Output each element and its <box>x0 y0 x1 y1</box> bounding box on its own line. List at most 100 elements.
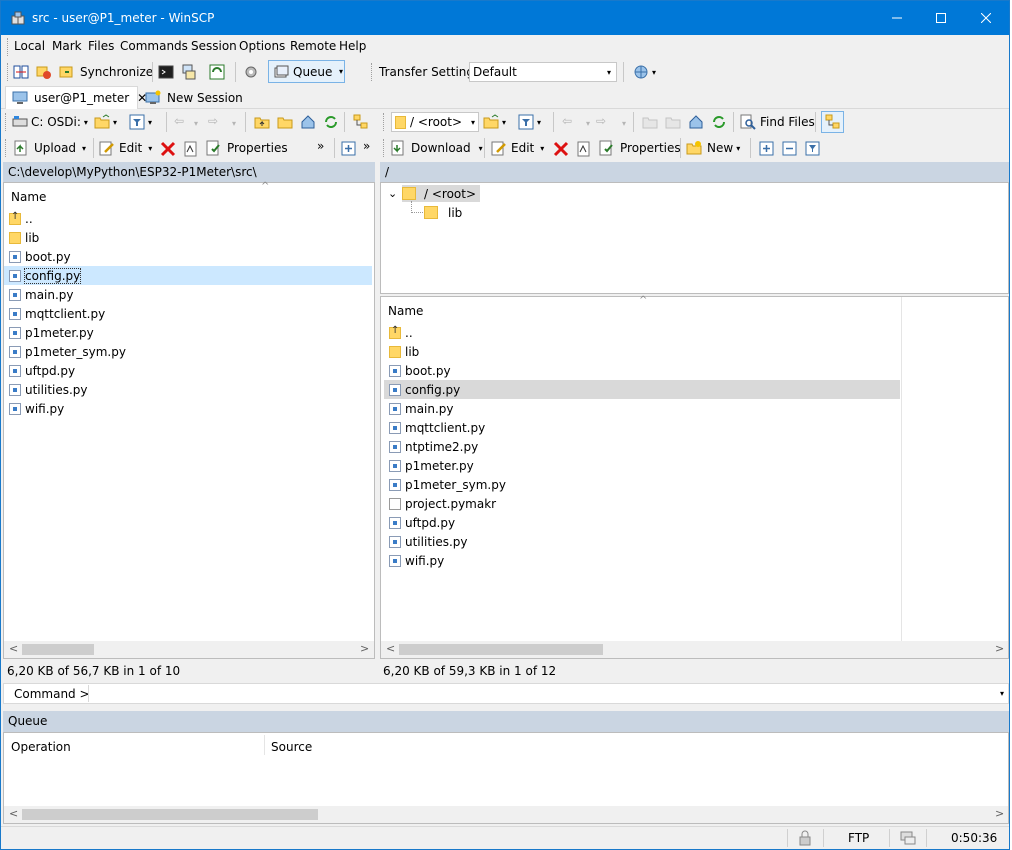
queue-hscroll-thumb[interactable] <box>22 809 318 820</box>
preferences-button[interactable] <box>243 61 259 83</box>
local-open-folder-button[interactable]: ▾ <box>94 111 117 133</box>
local-path-bar[interactable]: C:\develop\MyPython\ESP32-P1Meter\src\ <box>3 162 375 182</box>
tree-icon[interactable] <box>353 114 369 130</box>
menu-session[interactable]: Session <box>191 39 237 53</box>
list-item[interactable]: lib <box>384 342 900 361</box>
refresh-icon[interactable] <box>323 114 339 130</box>
local-name-column-header[interactable]: Name <box>11 190 46 204</box>
tab-session[interactable]: user@P1_meter ✕ <box>5 86 147 109</box>
list-item[interactable]: wifi.py <box>384 551 900 570</box>
forward-arrow-icon[interactable]: ⇨ <box>596 114 606 128</box>
local-edit-button[interactable]: Edit ▾ <box>99 137 152 159</box>
list-item[interactable]: utilities.py <box>4 380 374 399</box>
remote-hscroll-thumb[interactable] <box>399 644 603 655</box>
scroll-right-icon[interactable]: > <box>995 642 1004 655</box>
transfer-settings-select[interactable]: Default ▾ <box>469 62 617 82</box>
list-item[interactable]: wifi.py <box>4 399 374 418</box>
rename-icon[interactable] <box>576 141 592 157</box>
local-properties-button[interactable]: Properties <box>206 137 288 159</box>
menu-options[interactable]: Options <box>239 39 285 53</box>
delete-icon[interactable] <box>553 141 569 157</box>
tab-new-session[interactable]: New Session <box>141 87 243 109</box>
scroll-left-icon[interactable]: < <box>9 642 18 655</box>
chevron-down-icon[interactable]: ▾ <box>1000 689 1004 698</box>
synchronize-button[interactable]: Synchronize <box>59 61 153 83</box>
open-terminal-button[interactable] <box>158 61 174 83</box>
open-putty-button[interactable] <box>181 61 197 83</box>
queue-button[interactable]: Queue ▾ <box>268 60 345 83</box>
list-item[interactable]: .. <box>384 323 900 342</box>
refresh-icon[interactable] <box>711 114 727 130</box>
overflow-chevron-icon[interactable]: » <box>363 139 370 153</box>
remote-filter-button[interactable]: ▾ <box>518 111 541 133</box>
scroll-right-icon[interactable]: > <box>360 642 369 655</box>
root-dir-icon[interactable] <box>665 114 681 130</box>
minimize-button[interactable] <box>874 1 920 35</box>
remote-name-column-header[interactable]: Name <box>388 304 423 318</box>
list-item[interactable]: config.py <box>384 380 900 399</box>
list-item[interactable]: project.pymakr <box>384 494 900 513</box>
remote-hscrollbar[interactable]: < > <box>381 641 1008 658</box>
remote-path-bar[interactable]: / <box>380 162 1009 182</box>
scroll-left-icon[interactable]: < <box>9 807 18 820</box>
global-sync-button[interactable]: ▾ <box>633 61 656 83</box>
list-item[interactable]: uftpd.py <box>384 513 900 532</box>
title-bar[interactable]: src - user@P1_meter - WinSCP <box>1 1 1009 35</box>
tree-root-node[interactable]: / <root> <box>402 185 481 202</box>
list-item[interactable]: lib <box>4 228 374 247</box>
remote-open-folder-button[interactable]: ▾ <box>483 111 506 133</box>
list-item[interactable]: mqttclient.py <box>384 418 900 437</box>
list-item[interactable]: main.py <box>384 399 900 418</box>
list-item[interactable]: p1meter_sym.py <box>384 475 900 494</box>
forward-arrow-icon[interactable]: ⇨ <box>208 114 218 128</box>
download-button[interactable]: Download ▾ <box>390 137 483 159</box>
upload-button[interactable]: Upload ▾ <box>13 137 86 159</box>
list-item[interactable]: mqttclient.py <box>4 304 374 323</box>
queue-source-header[interactable]: Source <box>271 740 312 754</box>
menu-local[interactable]: Local <box>14 39 45 53</box>
menu-remote[interactable]: Remote <box>290 39 336 53</box>
overflow-chevron-icon[interactable]: » <box>317 139 324 153</box>
list-item[interactable]: p1meter.py <box>4 323 374 342</box>
list-item[interactable]: ntptime2.py <box>384 437 900 456</box>
queue-operation-header[interactable]: Operation <box>11 740 71 754</box>
remote-location-select[interactable]: / <root> ▾ <box>391 112 479 132</box>
list-item[interactable]: p1meter_sym.py <box>4 342 374 361</box>
maximize-button[interactable] <box>918 1 964 35</box>
menu-files[interactable]: Files <box>88 39 114 53</box>
local-hscroll-thumb[interactable] <box>22 644 94 655</box>
filter-select-icon[interactable] <box>805 141 821 157</box>
menu-commands[interactable]: Commands <box>120 39 188 53</box>
refresh-synchronize-button[interactable] <box>209 61 225 83</box>
list-item[interactable]: main.py <box>4 285 374 304</box>
remote-properties-button[interactable]: Properties <box>599 137 681 159</box>
root-dir-icon[interactable] <box>277 114 293 130</box>
local-hscrollbar[interactable]: < > <box>4 641 374 658</box>
select-all-plus-icon[interactable] <box>341 141 357 157</box>
back-arrow-icon[interactable]: ⇦ <box>174 114 184 128</box>
rename-icon[interactable] <box>183 141 199 157</box>
new-button[interactable]: New ▾ <box>686 137 740 159</box>
list-item[interactable]: boot.py <box>4 247 374 266</box>
home-icon[interactable] <box>688 114 704 130</box>
menu-mark[interactable]: Mark <box>52 39 82 53</box>
scroll-left-icon[interactable]: < <box>386 642 395 655</box>
scroll-right-icon[interactable]: > <box>995 807 1004 820</box>
list-item[interactable]: uftpd.py <box>4 361 374 380</box>
remote-edit-button[interactable]: Edit ▾ <box>491 137 544 159</box>
compare-dirs-button[interactable] <box>13 61 29 83</box>
find-files-button[interactable]: Find Files <box>740 111 815 133</box>
list-item[interactable]: boot.py <box>384 361 900 380</box>
tree-collapse-icon[interactable]: ⌄ <box>388 187 397 200</box>
list-item[interactable]: .. <box>4 209 374 228</box>
home-icon[interactable] <box>300 114 316 130</box>
close-button[interactable] <box>963 1 1009 35</box>
delete-icon[interactable] <box>160 141 176 157</box>
parent-dir-icon[interactable] <box>642 114 658 130</box>
tree-node-lib[interactable]: lib <box>424 204 462 221</box>
select-plus-icon[interactable] <box>759 141 775 157</box>
list-item[interactable]: config.py <box>4 266 372 285</box>
sync-browse-button[interactable] <box>36 61 52 83</box>
back-arrow-icon[interactable]: ⇦ <box>562 114 572 128</box>
local-drive-select[interactable]: C: OSDi: ▾ <box>12 111 88 133</box>
